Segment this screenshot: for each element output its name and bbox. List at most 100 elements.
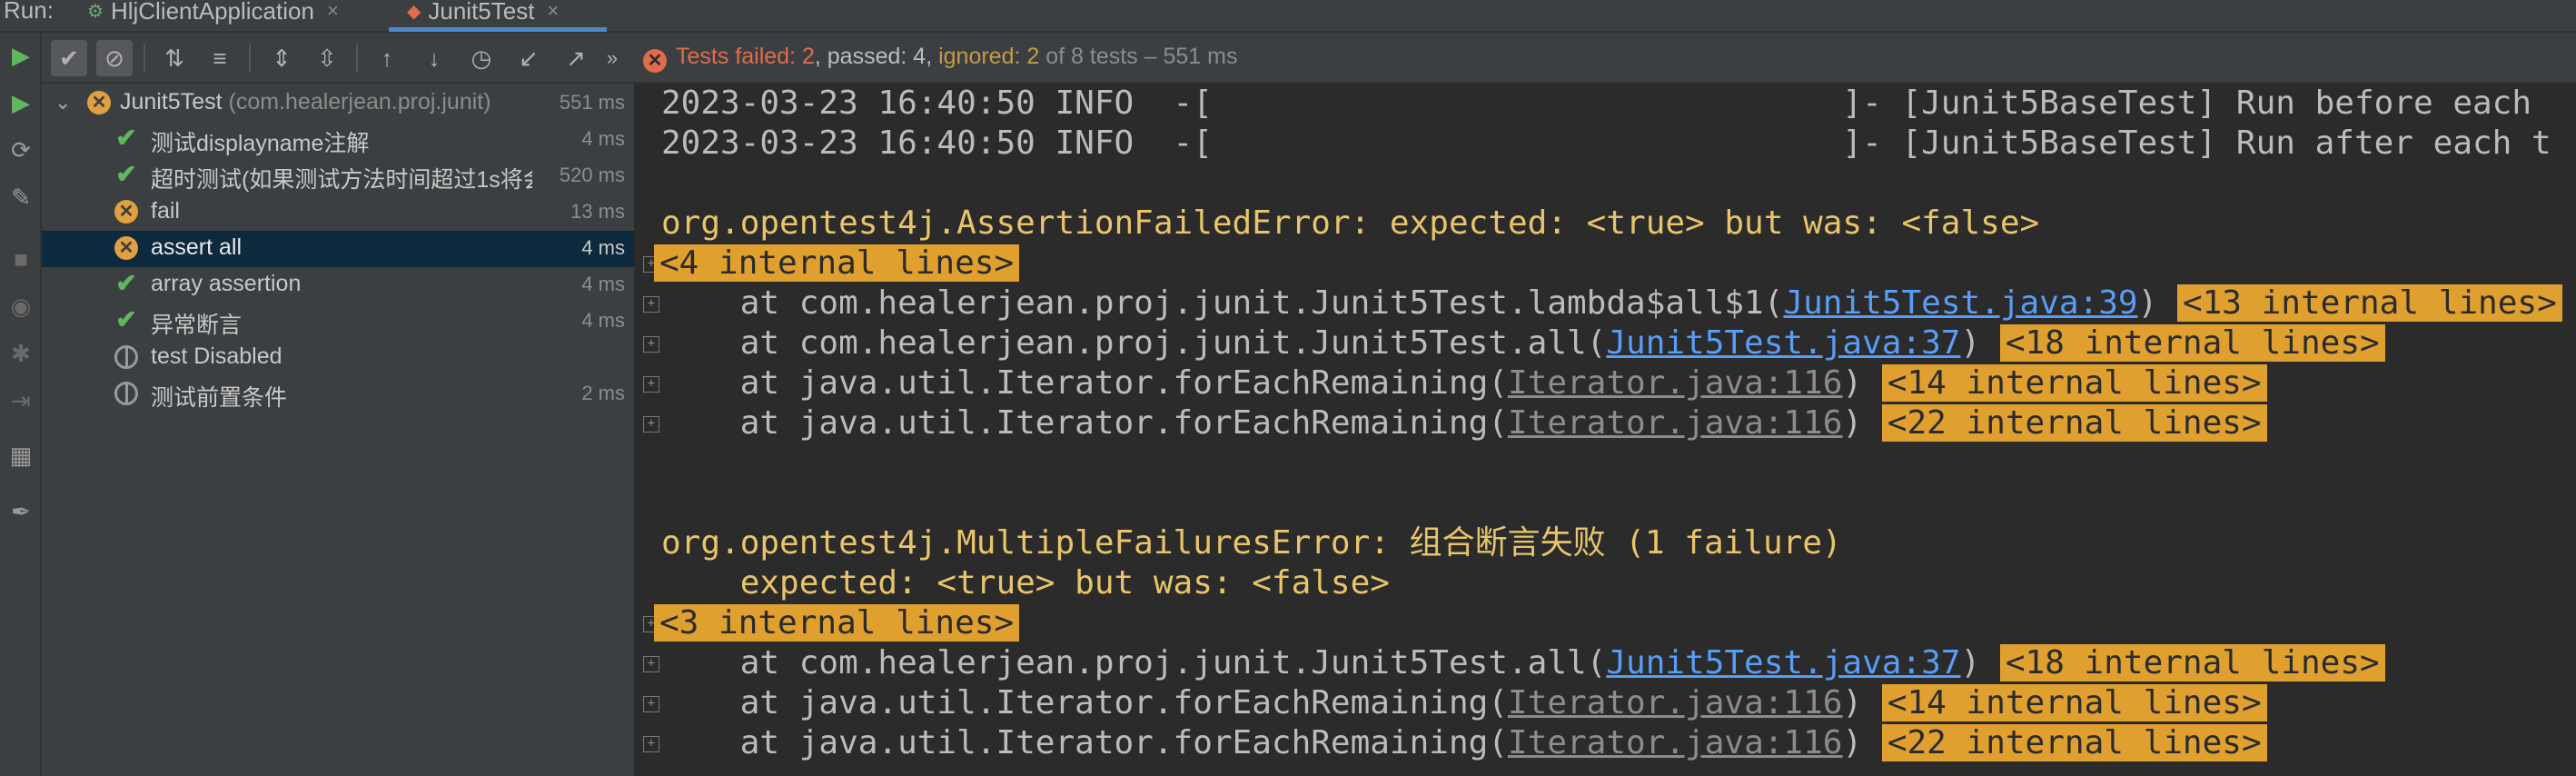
test-history-icon[interactable]: ◷ bbox=[463, 40, 500, 76]
log-line: 2023-03-23 16:40:50 INFO -[ ]- [Junit5Ba… bbox=[661, 124, 2551, 162]
stop-icon[interactable]: ■ bbox=[0, 245, 42, 274]
source-link[interactable]: Iterator.java:116 bbox=[1508, 404, 1842, 442]
internal-lines-badge[interactable]: <22 internal lines> bbox=[1881, 724, 2267, 761]
frame-suffix: ) bbox=[1842, 724, 1863, 761]
expand-fold-icon[interactable]: + bbox=[643, 336, 659, 353]
status-separator: , bbox=[926, 44, 939, 69]
stack-frame: at com.healerjean.proj.junit.Junit5Test.… bbox=[661, 643, 2385, 683]
tab-label: Junit5Test bbox=[428, 0, 535, 25]
error-line: org.opentest4j.MultipleFailuresError: 组合… bbox=[661, 524, 1842, 562]
expand-fold-icon[interactable]: + bbox=[643, 296, 659, 313]
internal-lines-badge[interactable]: <14 internal lines> bbox=[1881, 364, 2267, 402]
test-label: 测试前置条件 bbox=[151, 385, 288, 411]
internal-lines-row[interactable]: <3 internal lines> bbox=[654, 603, 1020, 643]
import-tests-icon[interactable]: ↙ bbox=[510, 40, 547, 76]
status-separator: , bbox=[814, 44, 827, 69]
source-link[interactable]: Junit5Test.java:37 bbox=[1606, 324, 1960, 362]
more-actions-icon[interactable]: » bbox=[601, 40, 623, 76]
settings-wrench-icon[interactable]: ✎ bbox=[0, 184, 42, 212]
tab-junit5test[interactable]: ◆ Junit5Test × bbox=[407, 0, 559, 27]
test-status-summary: ✕ Tests failed: 2, passed: 4, ignored: 2 … bbox=[643, 44, 1237, 73]
test-tree-item[interactable]: ✔ 异常断言 4 ms bbox=[42, 303, 634, 340]
test-tree-item[interactable]: ⊘ 测试前置条件 2 ms bbox=[42, 376, 634, 413]
frame-suffix: ) bbox=[2137, 284, 2158, 322]
test-tree-item[interactable]: ⊘ test Disabled bbox=[42, 340, 634, 376]
expand-all-icon[interactable]: ⇕ bbox=[263, 40, 300, 76]
internal-lines-badge[interactable]: <18 internal lines> bbox=[1999, 324, 2385, 362]
spring-app-icon: ⚙ bbox=[87, 1, 104, 22]
internal-lines-badge[interactable]: <4 internal lines> bbox=[654, 244, 1020, 282]
test-label: 测试displayname注解 bbox=[151, 131, 370, 156]
expand-fold-icon[interactable]: + bbox=[643, 696, 659, 712]
error-line: org.opentest4j.AssertionFailedError: exp… bbox=[661, 204, 2040, 242]
pin-icon[interactable]: ✒ bbox=[0, 498, 42, 526]
export-tests-icon[interactable]: ↗ bbox=[558, 40, 594, 76]
internal-lines-badge[interactable]: <3 internal lines> bbox=[654, 604, 1020, 642]
test-duration: 4 ms bbox=[581, 309, 625, 332]
next-failed-icon[interactable]: ↓ bbox=[416, 40, 452, 76]
frame-suffix: ) bbox=[1842, 404, 1863, 442]
passed-test-icon: ✔ bbox=[115, 124, 137, 152]
separator bbox=[249, 44, 251, 73]
expand-fold-icon[interactable]: + bbox=[643, 376, 659, 393]
chevron-down-icon[interactable]: ⌄ bbox=[54, 91, 71, 114]
previous-failed-icon[interactable]: ↑ bbox=[369, 40, 405, 76]
frame-text: at com.healerjean.proj.junit.Junit5Test.… bbox=[661, 324, 1607, 362]
root-label: Junit5Test bbox=[120, 89, 223, 114]
failed-test-icon: ✕ bbox=[87, 91, 111, 114]
layout-icon[interactable]: ▦ bbox=[0, 442, 42, 470]
internal-lines-badge[interactable]: <14 internal lines> bbox=[1881, 684, 2267, 721]
stack-frame: at java.util.Iterator.forEachRemaining(I… bbox=[661, 723, 2267, 763]
collapse-all-icon[interactable]: ⇳ bbox=[309, 40, 345, 76]
ignored-test-icon: ⊘ bbox=[114, 345, 138, 369]
frame-text: at com.healerjean.proj.junit.Junit5Test.… bbox=[661, 644, 1607, 681]
console-output[interactable]: 2023-03-23 16:40:50 INFO -[ ]- [Junit5Ba… bbox=[636, 84, 2576, 776]
close-icon[interactable]: × bbox=[327, 0, 339, 23]
junit-icon: ◆ bbox=[407, 1, 421, 22]
source-link[interactable]: Junit5Test.java:39 bbox=[1783, 284, 2137, 322]
source-link[interactable]: Iterator.java:116 bbox=[1508, 724, 1842, 761]
sort-by-duration-icon[interactable]: ≡ bbox=[202, 40, 238, 76]
passed-test-icon: ✔ bbox=[115, 269, 137, 297]
tab-hljclientapplication[interactable]: ⚙ HljClientApplication × bbox=[87, 0, 339, 27]
expand-fold-icon[interactable]: + bbox=[643, 416, 659, 433]
expand-fold-icon[interactable]: + bbox=[643, 736, 659, 752]
active-tab-indicator bbox=[389, 27, 607, 32]
test-tree-item[interactable]: ✔ 测试displayname注解 4 ms bbox=[42, 122, 634, 158]
test-results-tree: ⌄ ✕ Junit5Test (com.healerjean.proj.juni… bbox=[42, 84, 636, 776]
tab-label: HljClientApplication bbox=[110, 0, 314, 25]
test-label: fail bbox=[151, 198, 180, 224]
stack-frame: at java.util.Iterator.forEachRemaining(I… bbox=[661, 363, 2267, 403]
internal-lines-badge[interactable]: <18 internal lines> bbox=[1999, 644, 2385, 681]
close-icon[interactable]: × bbox=[547, 0, 559, 23]
show-ignored-icon[interactable]: ⊘ bbox=[96, 40, 133, 76]
failed-status-icon: ✕ bbox=[643, 49, 667, 73]
test-tree-root[interactable]: ⌄ ✕ Junit5Test (com.healerjean.proj.juni… bbox=[42, 85, 634, 122]
test-tree-item[interactable]: ✔ 超时测试(如果测试方法时间超过1s将会 520 ms bbox=[42, 158, 634, 194]
rerun-icon[interactable]: ▶ bbox=[0, 42, 42, 70]
camera-icon[interactable]: ◉ bbox=[0, 293, 42, 321]
error-detail-line: expected: <true> but was: <false> bbox=[661, 564, 1390, 602]
test-tree-item-selected[interactable]: ✕ assert all 4 ms bbox=[42, 231, 634, 267]
expand-fold-icon[interactable]: + bbox=[643, 656, 659, 672]
failed-count: Tests failed: 2 bbox=[676, 44, 815, 69]
test-tree-item[interactable]: ✔ array assertion 4 ms bbox=[42, 267, 634, 303]
internal-lines-row[interactable]: <4 internal lines> bbox=[654, 244, 1020, 284]
internal-lines-badge[interactable]: <13 internal lines> bbox=[2176, 284, 2562, 322]
sort-alphabetically-icon[interactable]: ⇅ bbox=[156, 40, 193, 76]
internal-lines-badge[interactable]: <22 internal lines> bbox=[1881, 404, 2267, 442]
show-passed-icon[interactable]: ✔ bbox=[51, 40, 87, 76]
exit-icon[interactable]: ⇥ bbox=[0, 387, 42, 415]
bug-icon[interactable]: ✱ bbox=[0, 340, 42, 368]
source-link[interactable]: Junit5Test.java:37 bbox=[1606, 644, 1960, 681]
root-duration: 551 ms bbox=[559, 91, 625, 114]
test-tree-item[interactable]: ✕ fail 13 ms bbox=[42, 194, 634, 231]
rerun-failed-icon[interactable]: ▶ bbox=[0, 89, 42, 117]
test-label: assert all bbox=[151, 234, 243, 260]
source-link[interactable]: Iterator.java:116 bbox=[1508, 684, 1842, 721]
toggle-auto-test-icon[interactable]: ⟳ bbox=[0, 136, 42, 164]
frame-suffix: ) bbox=[1842, 364, 1863, 402]
stack-frame: at com.healerjean.proj.junit.Junit5Test.… bbox=[661, 284, 2562, 323]
source-link[interactable]: Iterator.java:116 bbox=[1508, 364, 1842, 402]
test-label: test Disabled bbox=[151, 343, 282, 369]
